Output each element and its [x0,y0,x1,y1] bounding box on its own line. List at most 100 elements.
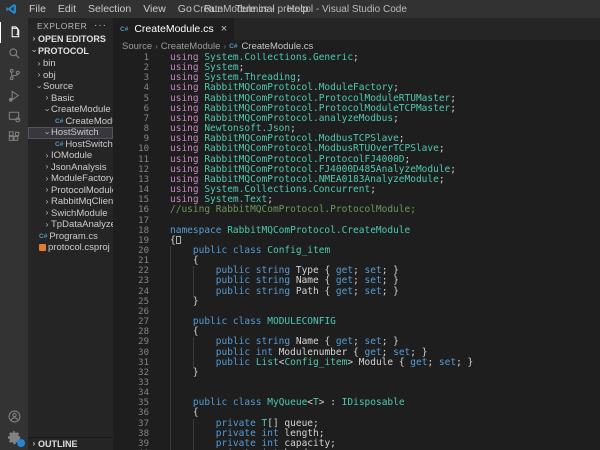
tree-item-hostswitch-cs[interactable]: C#HostSwitch.cs [28,139,113,151]
source-control-icon[interactable] [0,64,28,85]
tree-item-label: ProtocolModule [51,185,113,196]
menu-item-edit[interactable]: Edit [52,3,82,15]
close-tab-icon[interactable]: × [221,23,227,35]
tree-item-label: protocol.csproj [48,242,110,253]
remote-explorer-icon[interactable] [0,106,28,127]
explorer-title: EXPLORER [37,21,87,31]
folder-section[interactable]: › PROTOCOL [28,45,113,57]
chevron-right-icon: › [223,42,226,51]
tree-item-hostswitch[interactable]: ›HostSwitch [28,127,113,139]
code-text [149,378,170,388]
tree-item-label: Source [43,81,73,92]
line-number: 16 [113,205,149,215]
tree-item-label: TpDataAnalyzeMod... [51,219,113,230]
tree-item-iomodule[interactable]: ›IOModule [28,150,113,162]
chevron-right-icon: › [43,186,51,194]
menu-item-go[interactable]: Go [172,3,198,15]
chevron-right-icon: › [43,94,51,102]
activity-icons-bottom [0,406,28,448]
breadcrumb-item[interactable]: Source [122,41,152,52]
line-number: 6 [113,104,149,114]
chevron-right-icon: › [43,209,51,217]
account-icon[interactable] [0,406,28,427]
line-number: 29 [113,337,149,347]
tree-item-rabbitmqclient[interactable]: ›RabbitMqClient [28,196,113,208]
tree-item-bin[interactable]: ›bin [28,58,113,70]
chevron-right-icon: › [30,440,38,448]
tree-item-modulefactory[interactable]: ›ModuleFactory [28,173,113,185]
line-number: 38 [113,429,149,439]
line-number: 26 [113,307,149,317]
code-line[interactable]: 32 } [113,368,600,378]
tab-label: CreateModule.cs [134,23,213,35]
chevron-down-icon: › [30,47,38,55]
tree-item-tpdataanalyzemod-[interactable]: ›TpDataAnalyzeMod... [28,219,113,231]
menu-item-file[interactable]: File [23,3,52,15]
line-number: 12 [113,165,149,175]
indent-guide [170,378,171,388]
line-number: 33 [113,378,149,388]
tree-item-jsonanalysis[interactable]: ›JsonAnalysis [28,162,113,174]
tree-item-obj[interactable]: ›obj [28,70,113,82]
tree-item-program-cs[interactable]: C#Program.cs [28,231,113,243]
csharp-file-icon: C# [229,43,237,50]
line-number: 24 [113,287,149,297]
breadcrumb-item[interactable]: CreateModule [161,41,221,52]
csharp-file-icon: C# [55,141,63,148]
tree-item-label: JsonAnalysis [51,162,106,173]
line-number: 13 [113,175,149,185]
line-number: 11 [113,155,149,165]
tree-item-label: CreateModule.cs [65,116,113,127]
code-line[interactable]: 33 [113,378,600,388]
line-number: 10 [113,144,149,154]
menu-item-help[interactable]: Help [281,3,315,15]
tab-createmodule[interactable]: C# CreateModule.cs × [113,18,234,40]
tree-item-label: CreateModule [51,104,111,115]
chevron-right-icon: › [30,35,38,43]
outline-section[interactable]: › OUTLINE [28,437,113,450]
chevron-right-icon: › [43,163,51,171]
open-editors-section[interactable]: › OPEN EDITORS [28,33,113,45]
tree-item-source[interactable]: ›Source [28,81,113,93]
tree-item-swichmodule[interactable]: ›SwichModule [28,208,113,220]
line-number: 32 [113,368,149,378]
tree-item-protocolmodule[interactable]: ›ProtocolModule [28,185,113,197]
line-number: 22 [113,266,149,276]
menu-item-run[interactable]: Run [198,3,229,15]
menu-item-terminal[interactable]: Terminal [229,3,281,15]
code-text: } [149,368,199,378]
menu-item-selection[interactable]: Selection [82,3,137,15]
title-bar: FileEditSelectionViewGoRunTerminalHelp C… [0,0,600,18]
tree-item-label: HostSwitch.cs [65,139,113,150]
menu-item-view[interactable]: View [137,3,172,15]
run-debug-icon[interactable] [0,85,28,106]
tree-item-createmodule[interactable]: ›CreateModule [28,104,113,116]
code-line[interactable]: 25 } [113,297,600,307]
explorer-actions-button[interactable]: ··· [94,20,107,31]
code-area[interactable]: 1using System.Collections.Generic;2using… [113,53,600,450]
tree-item-basic[interactable]: ›Basic [28,93,113,105]
manage-icon[interactable] [0,427,28,448]
indent-guide [170,297,171,307]
code-text [149,307,170,317]
extensions-icon[interactable] [0,127,28,148]
tree-item-createmodule-cs[interactable]: C#CreateModule.cs [28,116,113,128]
code-line[interactable]: 16//using RabbitMQComProtocol.ProtocolMo… [113,205,600,215]
vscode-logo-icon [5,3,17,15]
csproj-file-icon [39,244,46,251]
code-text: } [149,297,199,307]
line-number: 35 [113,398,149,408]
tree-item-protocol-csproj[interactable]: protocol.csproj [28,242,113,254]
breadcrumb-file[interactable]: C# CreateModule.cs [229,41,313,52]
tab-bar: C# CreateModule.cs × [113,18,600,40]
code-text: //using RabbitMQComProtocol.ProtocolModu… [149,205,416,215]
line-number: 18 [113,226,149,236]
tree-item-label: RabbitMqClient [51,196,113,207]
tree-item-label: obj [43,70,56,81]
chevron-right-icon: › [43,152,51,160]
search-icon[interactable] [0,43,28,64]
chevron-down-icon: › [43,129,51,137]
code-line[interactable]: 18namespace RabbitMQComProtocol.CreateMo… [113,226,600,236]
explorer-icon[interactable] [0,22,28,43]
line-number: 21 [113,256,149,266]
